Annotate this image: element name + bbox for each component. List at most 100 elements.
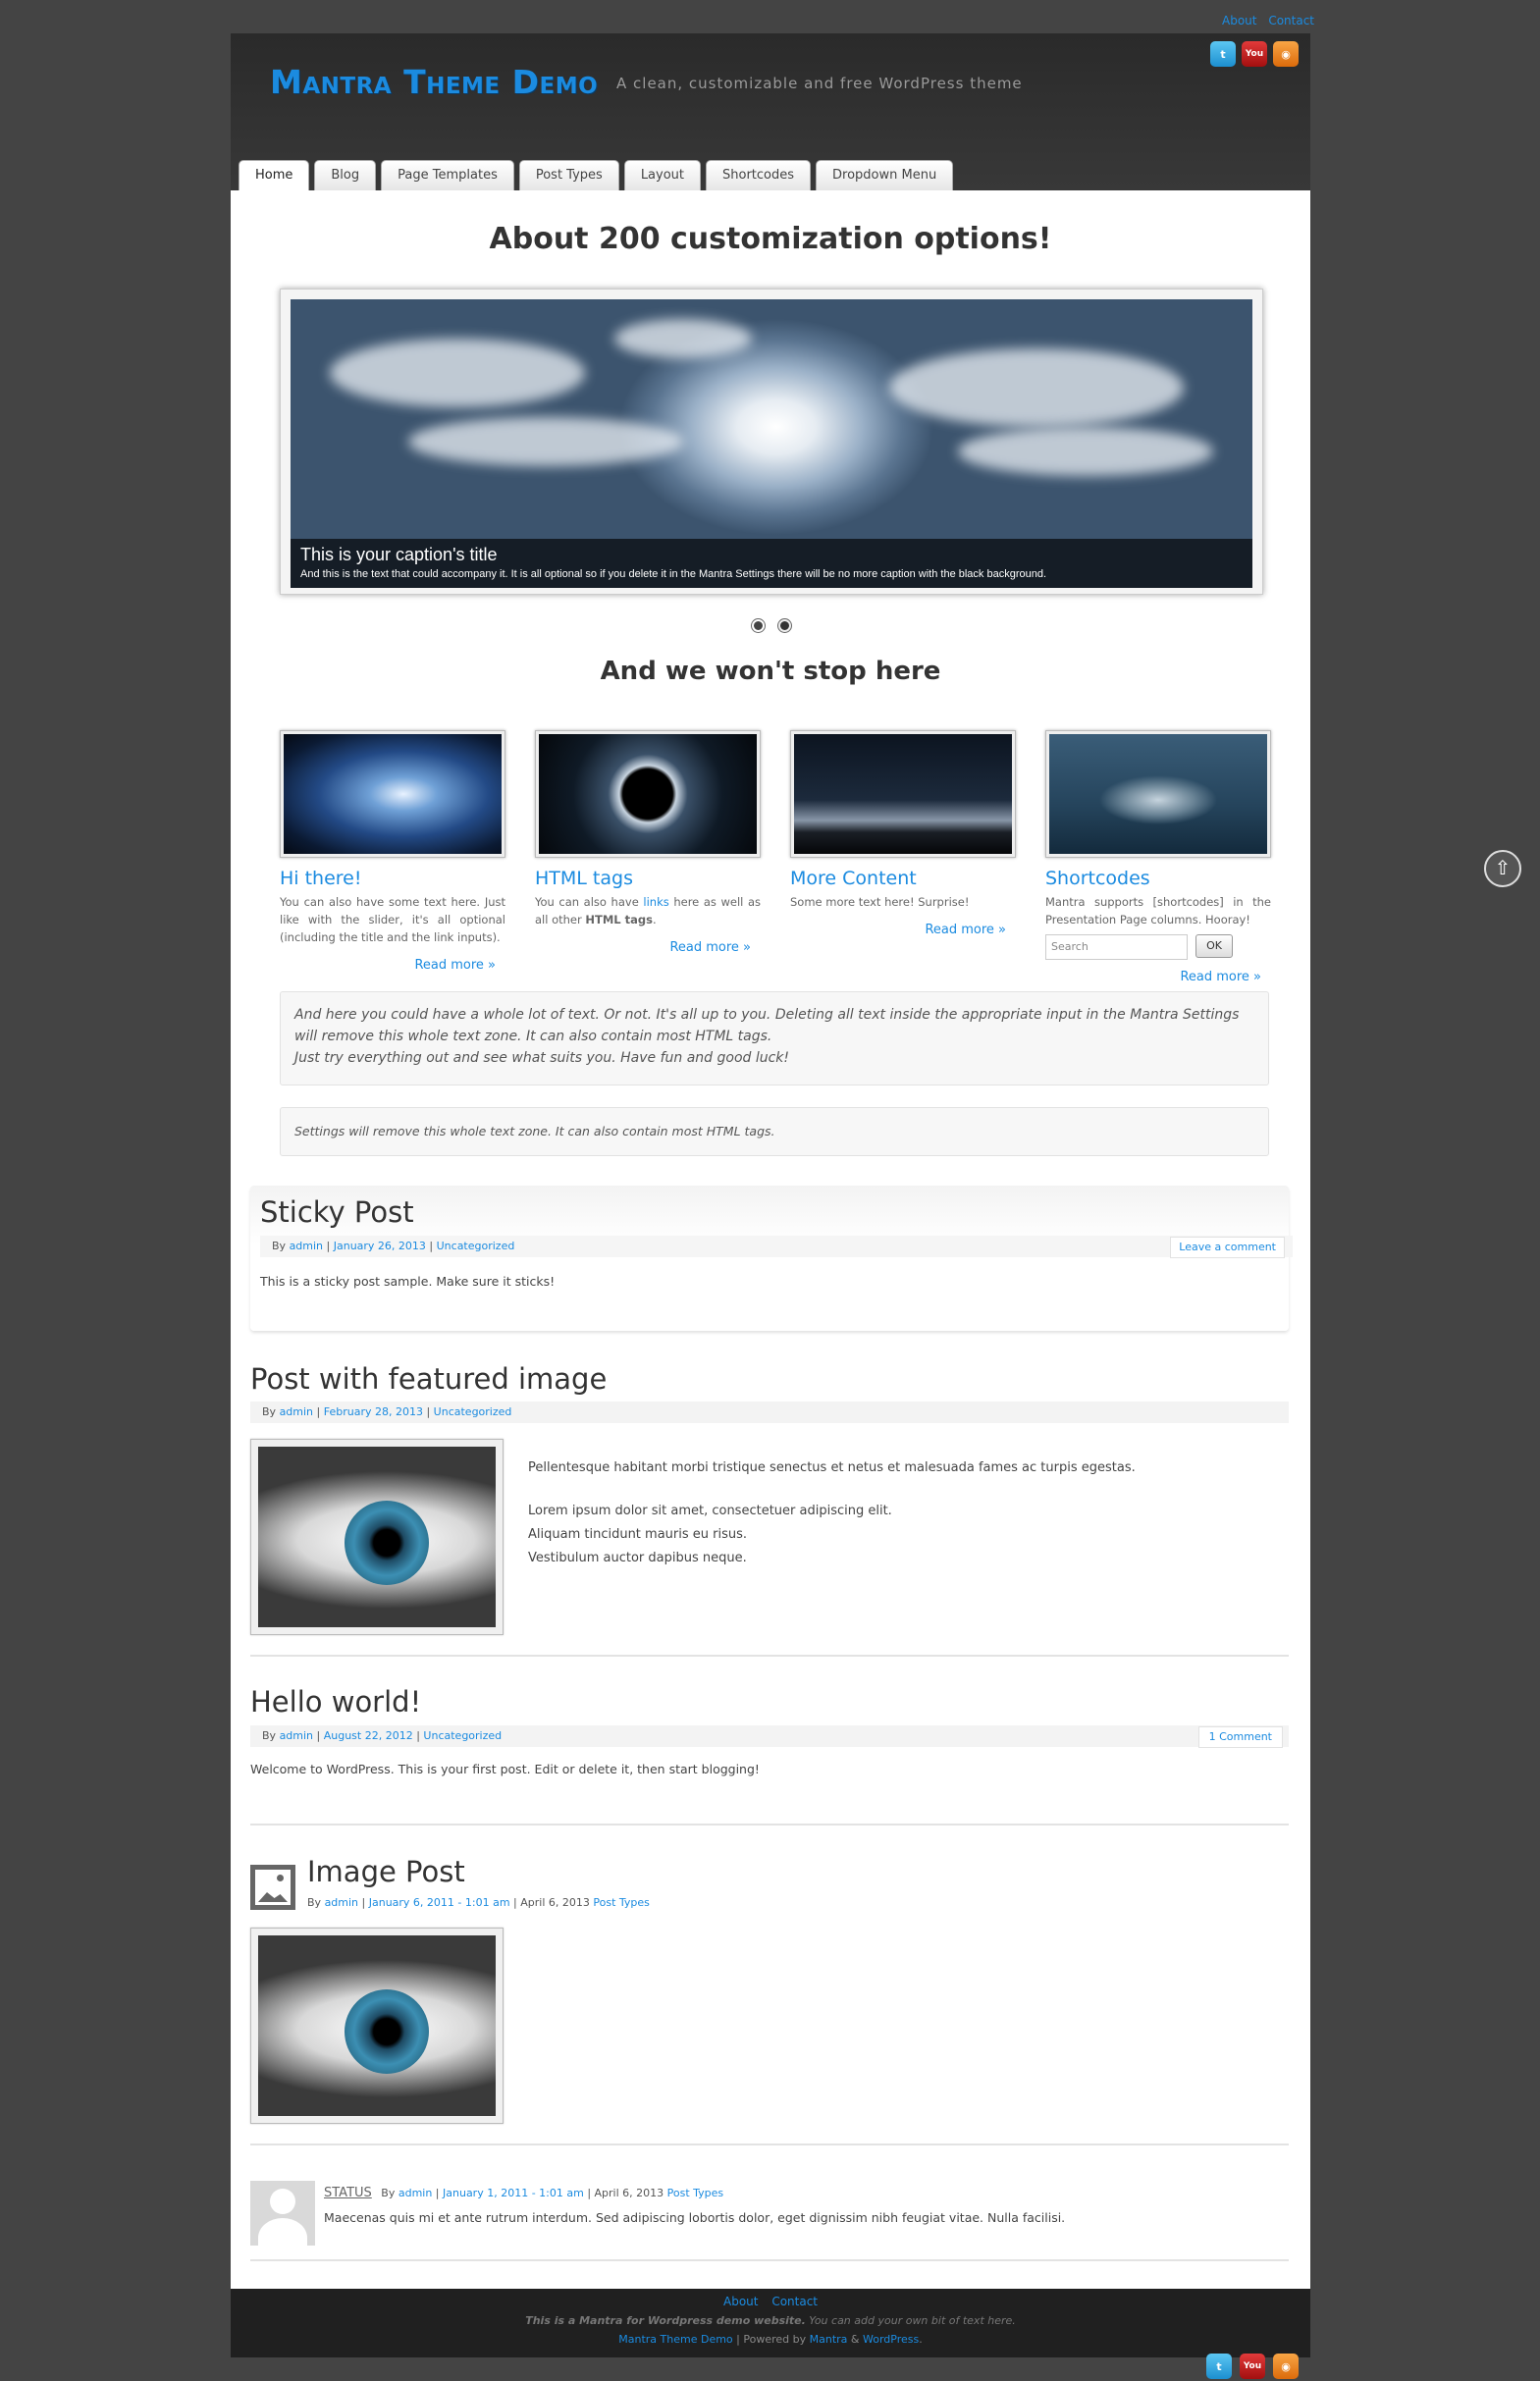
image-post-image[interactable] bbox=[250, 1928, 504, 2124]
column-2-read-more[interactable]: Read more » bbox=[535, 940, 751, 955]
status-post-author[interactable]: admin bbox=[398, 2187, 432, 2199]
rss-icon[interactable]: ◉ bbox=[1273, 2354, 1299, 2379]
column-2-text-end: . bbox=[652, 913, 657, 926]
youtube-icon[interactable]: You bbox=[1240, 2354, 1265, 2379]
slider-pagination bbox=[752, 619, 791, 632]
column-1-read-more[interactable]: Read more » bbox=[280, 958, 496, 973]
menu-item-layout[interactable]: Layout bbox=[623, 160, 702, 190]
rss-icon[interactable]: ◉ bbox=[1273, 41, 1299, 67]
meta-by: By bbox=[262, 1729, 277, 1742]
featured-post-date[interactable]: February 28, 2013 bbox=[324, 1405, 423, 1418]
footer-theme-link[interactable]: Mantra bbox=[810, 2333, 848, 2346]
featured-post-para-4: Vestibulum auctor dapibus neque. bbox=[528, 1551, 747, 1565]
featured-post-para-2: Lorem ipsum dolor sit amet, consectetuer… bbox=[528, 1504, 892, 1518]
post-divider bbox=[250, 2143, 1289, 2145]
slider-image[interactable]: This is your caption's title And this is… bbox=[291, 299, 1252, 588]
image-post-title[interactable]: Image Post bbox=[307, 1855, 465, 1888]
column-4-image[interactable] bbox=[1045, 730, 1271, 858]
column-1-text: You can also have some text here. Just l… bbox=[280, 895, 505, 944]
column-2-text-pre: You can also have bbox=[535, 895, 644, 909]
footer-wordpress-link[interactable]: WordPress bbox=[863, 2333, 919, 2346]
hello-world-comments[interactable]: 1 Comment bbox=[1197, 1726, 1283, 1748]
menu-item-home[interactable]: Home bbox=[239, 160, 310, 190]
featured-post-author[interactable]: admin bbox=[280, 1405, 313, 1418]
sticky-post-author[interactable]: admin bbox=[290, 1240, 323, 1252]
footer-link-contact[interactable]: Contact bbox=[771, 2295, 818, 2308]
column-3-read-more[interactable]: Read more » bbox=[790, 923, 1006, 937]
column-2-links-link[interactable]: links bbox=[643, 895, 668, 909]
column-3-image[interactable] bbox=[790, 730, 1016, 858]
meta-by: By bbox=[272, 1240, 287, 1252]
footer-text-rest: You can add your own bit of text here. bbox=[805, 2314, 1016, 2327]
image-post-meta: By admin | January 6, 2011 - 1:01 am | A… bbox=[307, 1896, 650, 1909]
column-2-text-bold: HTML tags bbox=[585, 913, 653, 926]
column-1-title[interactable]: Hi there! bbox=[280, 868, 505, 889]
footer-link-about[interactable]: About bbox=[723, 2295, 758, 2308]
meta-by: By bbox=[262, 1405, 277, 1418]
status-post-date[interactable]: January 1, 2011 - 1:01 am bbox=[443, 2187, 584, 2199]
menu-item-page-templates[interactable]: Page Templates bbox=[381, 160, 514, 190]
status-post-category[interactable]: Post Types bbox=[667, 2187, 724, 2199]
menu-item-shortcodes[interactable]: Shortcodes bbox=[706, 160, 812, 190]
search-submit-button[interactable]: OK bbox=[1195, 934, 1233, 958]
featured-post-category[interactable]: Uncategorized bbox=[434, 1405, 512, 1418]
image-post-date[interactable]: January 6, 2011 - 1:01 am bbox=[369, 1896, 510, 1909]
footer-text: This is a Mantra for Wordpress demo webs… bbox=[231, 2314, 1310, 2327]
main-content: About 200 customization options! This is… bbox=[231, 190, 1310, 2289]
image-post-author[interactable]: admin bbox=[325, 1896, 358, 1909]
site-title[interactable]: Mantra Theme Demo bbox=[270, 63, 598, 101]
featured-post-body: Pellentesque habitant morbi tristique se… bbox=[528, 1456, 1136, 1570]
footer-site-link[interactable]: Mantra Theme Demo bbox=[618, 2333, 732, 2346]
meta-by: By bbox=[307, 1896, 322, 1909]
featured-post-para-3: Aliquam tincidunt mauris eu risus. bbox=[528, 1527, 748, 1542]
caption-text: And this is the text that could accompan… bbox=[300, 568, 1047, 580]
twitter-icon[interactable]: t bbox=[1210, 41, 1236, 67]
presentation-heading: About 200 customization options! bbox=[489, 222, 1052, 256]
twitter-icon[interactable]: t bbox=[1206, 2354, 1232, 2379]
main-menu: Home Blog Page Templates Post Types Layo… bbox=[239, 160, 954, 190]
text-zone-1: And here you could have a whole lot of t… bbox=[280, 991, 1269, 1085]
featured-post-title[interactable]: Post with featured image bbox=[250, 1362, 607, 1396]
column-4-title[interactable]: Shortcodes bbox=[1045, 868, 1271, 889]
featured-post-meta: By admin | February 28, 2013 | Uncategor… bbox=[250, 1402, 1289, 1423]
featured-post-image[interactable] bbox=[250, 1439, 504, 1635]
menu-item-dropdown-menu[interactable]: Dropdown Menu bbox=[816, 160, 954, 190]
footer-text-bold: This is a Mantra for Wordpress demo webs… bbox=[525, 2314, 806, 2327]
hello-world-title[interactable]: Hello world! bbox=[250, 1685, 421, 1719]
image-post-updated: April 6, 2013 bbox=[520, 1896, 590, 1909]
slider-caption: This is your caption's title And this is… bbox=[291, 539, 1252, 588]
status-post-updated: April 6, 2013 bbox=[594, 2187, 664, 2199]
column-3-title[interactable]: More Content bbox=[790, 868, 1016, 889]
sticky-post-title[interactable]: Sticky Post bbox=[260, 1195, 414, 1229]
status-post-body: Maecenas quis mi et ante rutrum interdum… bbox=[324, 2210, 1066, 2225]
menu-item-blog[interactable]: Blog bbox=[314, 160, 377, 190]
search-input[interactable]: Search bbox=[1045, 934, 1188, 960]
column-1-image[interactable] bbox=[280, 730, 505, 858]
post-divider bbox=[250, 1824, 1289, 1825]
avatar bbox=[250, 2181, 315, 2246]
column-2-image[interactable] bbox=[535, 730, 761, 858]
caption-title: This is your caption's title bbox=[300, 545, 498, 564]
post-divider bbox=[250, 2259, 1289, 2261]
youtube-icon[interactable]: You bbox=[1242, 41, 1267, 67]
text-zone-2-text: Settings will remove this whole text zon… bbox=[294, 1124, 775, 1138]
column-2-title[interactable]: HTML tags bbox=[535, 868, 761, 889]
hello-world-author[interactable]: admin bbox=[280, 1729, 313, 1742]
sticky-post-category[interactable]: Uncategorized bbox=[437, 1240, 515, 1252]
slider-dot-2[interactable] bbox=[778, 619, 791, 632]
top-link-contact[interactable]: Contact bbox=[1268, 14, 1314, 27]
presentation-column-4: Shortcodes Mantra supports [shortcodes] … bbox=[1045, 730, 1271, 984]
menu-item-post-types[interactable]: Post Types bbox=[518, 160, 619, 190]
status-label[interactable]: STATUS bbox=[324, 2186, 372, 2200]
top-link-about[interactable]: About bbox=[1222, 14, 1256, 27]
slider-dot-1[interactable] bbox=[752, 619, 765, 632]
back-to-top-button[interactable]: ⇧ bbox=[1484, 850, 1521, 887]
hello-world-category[interactable]: Uncategorized bbox=[423, 1729, 502, 1742]
column-2-text: You can also have links here as well as … bbox=[535, 893, 761, 928]
post-divider bbox=[250, 1655, 1289, 1657]
image-post-category[interactable]: Post Types bbox=[593, 1896, 650, 1909]
hello-world-date[interactable]: August 22, 2012 bbox=[324, 1729, 413, 1742]
sticky-post-comments[interactable]: Leave a comment bbox=[1170, 1237, 1285, 1258]
sticky-post-date[interactable]: January 26, 2013 bbox=[334, 1240, 426, 1252]
column-4-read-more[interactable]: Read more » bbox=[1045, 970, 1261, 984]
